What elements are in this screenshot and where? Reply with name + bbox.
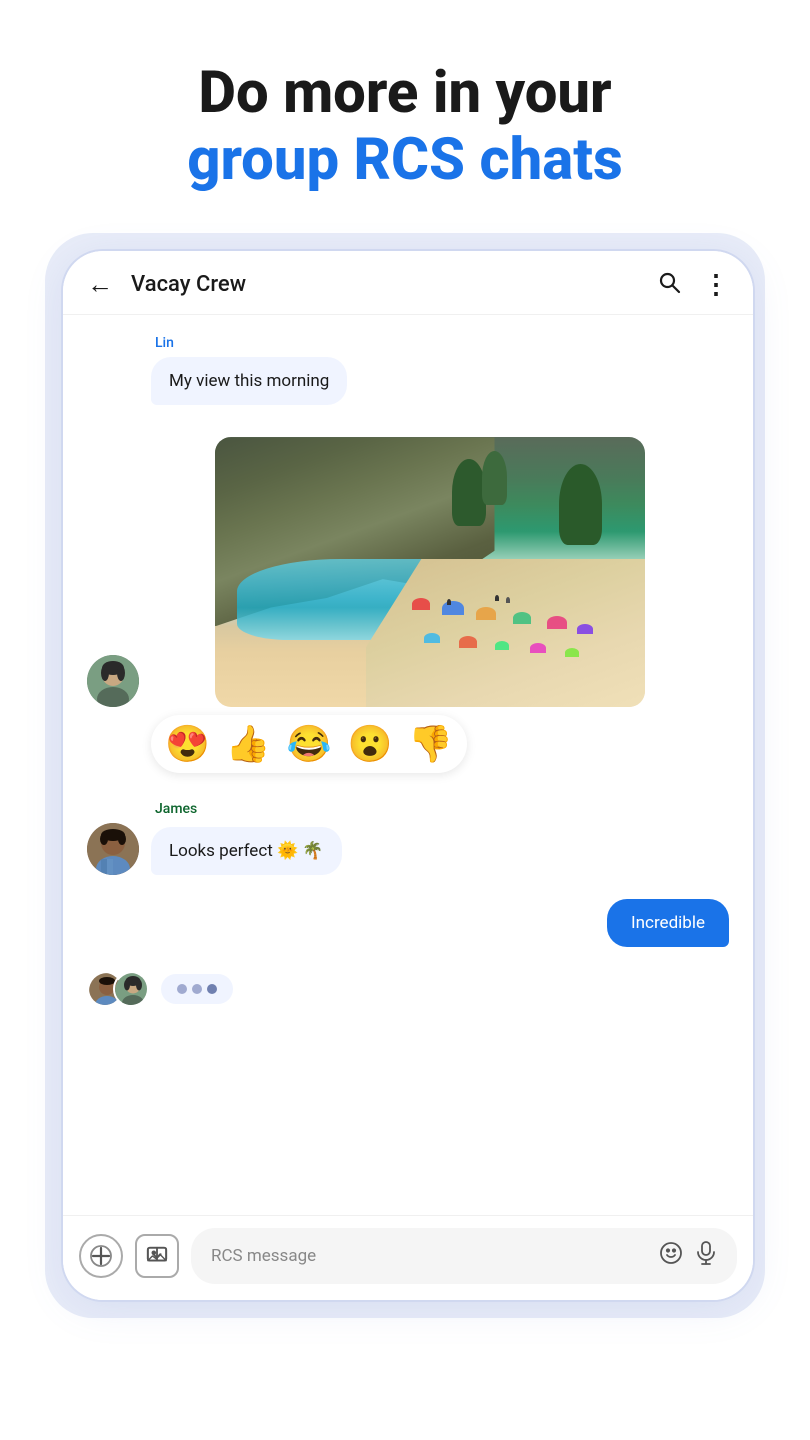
more-options-icon[interactable]: ⋮ — [703, 270, 729, 300]
lin-sender-name: Lin — [155, 335, 729, 351]
header-line1: Do more in your — [60, 60, 750, 127]
input-bar: RCS message — [63, 1215, 753, 1300]
typing-dot-2 — [192, 984, 202, 994]
input-right-icons — [659, 1241, 717, 1271]
phone-frame: ← Vacay Crew ⋮ Lin My view this morni — [63, 251, 753, 1300]
james-text-bubble: Looks perfect 🌞 🌴 — [151, 827, 342, 875]
reaction-thumbs-down[interactable]: 👎 — [408, 723, 453, 765]
emoji-icon[interactable] — [659, 1241, 683, 1271]
beach-image — [215, 437, 645, 707]
typing-dot-3 — [207, 984, 217, 994]
typing-dots — [161, 974, 233, 1004]
input-placeholder: RCS message — [211, 1246, 316, 1266]
james-message-group: James — [87, 801, 729, 875]
back-button[interactable]: ← — [87, 269, 113, 300]
reaction-row: 😍 👍 😂 😮 👎 — [151, 715, 467, 773]
james-avatar — [87, 823, 139, 875]
typing-dot-1 — [177, 984, 187, 994]
chat-area: Lin My view this morning — [63, 315, 753, 1215]
mic-icon[interactable] — [695, 1241, 717, 1271]
lin-message-group: Lin My view this morning — [87, 335, 729, 405]
phone-outer: ← Vacay Crew ⋮ Lin My view this morni — [45, 233, 765, 1318]
chat-title: Vacay Crew — [131, 272, 657, 297]
reactions-container: 😍 👍 😂 😮 👎 — [87, 715, 729, 773]
beach-image-container — [215, 437, 645, 707]
header-section: Do more in your group RCS chats — [0, 0, 810, 233]
toolbar-icons: ⋮ — [657, 270, 729, 300]
search-icon[interactable] — [657, 270, 681, 300]
outgoing-message-row: Incredible — [87, 899, 729, 947]
reaction-heart-eyes[interactable]: 😍 — [165, 723, 210, 765]
james-sender-name: James — [155, 801, 729, 817]
james-text-row: Looks perfect 🌞 🌴 — [87, 823, 729, 875]
lin-text-bubble: My view this morning — [151, 357, 347, 405]
add-button[interactable] — [79, 1234, 123, 1278]
typing-avatar-2 — [113, 971, 149, 1007]
lin-avatar — [87, 655, 139, 707]
reaction-laugh[interactable]: 😂 — [287, 723, 332, 765]
media-button[interactable] — [135, 1234, 179, 1278]
lin-image-row — [87, 429, 729, 707]
toolbar: ← Vacay Crew ⋮ — [63, 251, 753, 315]
typing-indicator-row — [87, 971, 729, 1007]
header-line2: group RCS chats — [60, 127, 750, 194]
reaction-thumbs-up[interactable]: 👍 — [226, 723, 271, 765]
lin-text-row: My view this morning — [87, 357, 729, 405]
reaction-surprised[interactable]: 😮 — [347, 723, 392, 765]
typing-avatars — [87, 971, 149, 1007]
message-input[interactable]: RCS message — [191, 1228, 737, 1284]
outgoing-bubble: Incredible — [607, 899, 729, 947]
